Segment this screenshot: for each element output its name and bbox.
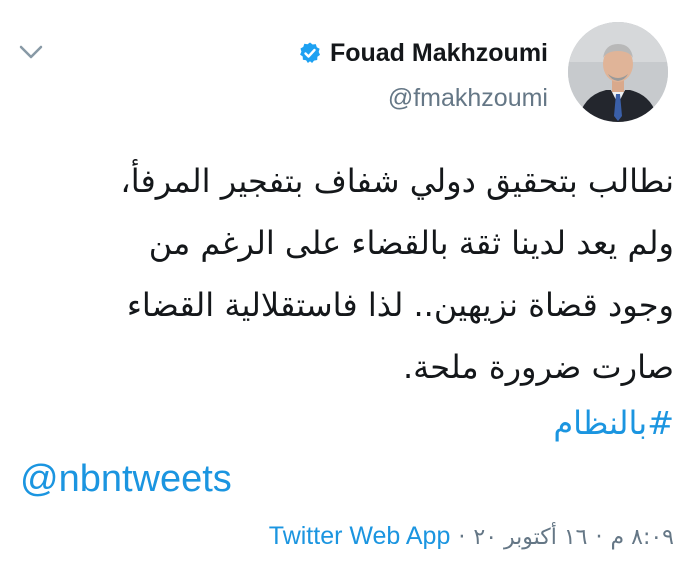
avatar-image	[568, 22, 668, 122]
avatar[interactable]	[568, 22, 668, 122]
tweet-header: Fouad Makhzoumi @fmakhzoumi	[0, 0, 700, 140]
chevron-down-icon[interactable]	[18, 42, 44, 62]
tweet-source-link[interactable]: Twitter Web App	[269, 522, 451, 551]
meta-separator: ·	[595, 525, 603, 550]
hashtag-link[interactable]: #بالنظام	[553, 404, 674, 442]
author-handle[interactable]: @fmakhzoumi	[388, 84, 548, 113]
tweet-text-line: نطالب بتحقيق دولي شفاف بتفجير المرفأ،	[120, 162, 674, 200]
verified-badge-icon	[300, 42, 320, 63]
tweet-text: نطالب بتحقيق دولي شفاف بتفجير المرفأ، ول…	[14, 150, 674, 398]
tweet-text-line: وجود قضاة نزيهين.. لذا فاستقلالية القضاء	[126, 286, 674, 324]
tweet-text-line: صارت ضرورة ملحة.	[402, 348, 674, 386]
tweet-date[interactable]: ١٦ أكتوبر ٢٠	[473, 525, 587, 550]
tweet-meta: ٨:٠٩ م · ١٦ أكتوبر ٢٠ · Twitter Web App	[269, 522, 674, 551]
mention-link[interactable]: @nbntweets	[20, 458, 232, 501]
author-name-row[interactable]: Fouad Makhzoumi	[298, 36, 548, 70]
author-name[interactable]: Fouad Makhzoumi	[330, 39, 548, 68]
meta-separator: ·	[458, 525, 466, 550]
tweet-text-line: ولم يعد لدينا ثقة بالقضاء على الرغم من	[148, 224, 674, 262]
tweet-time[interactable]: ٨:٠٩ م	[611, 525, 675, 550]
